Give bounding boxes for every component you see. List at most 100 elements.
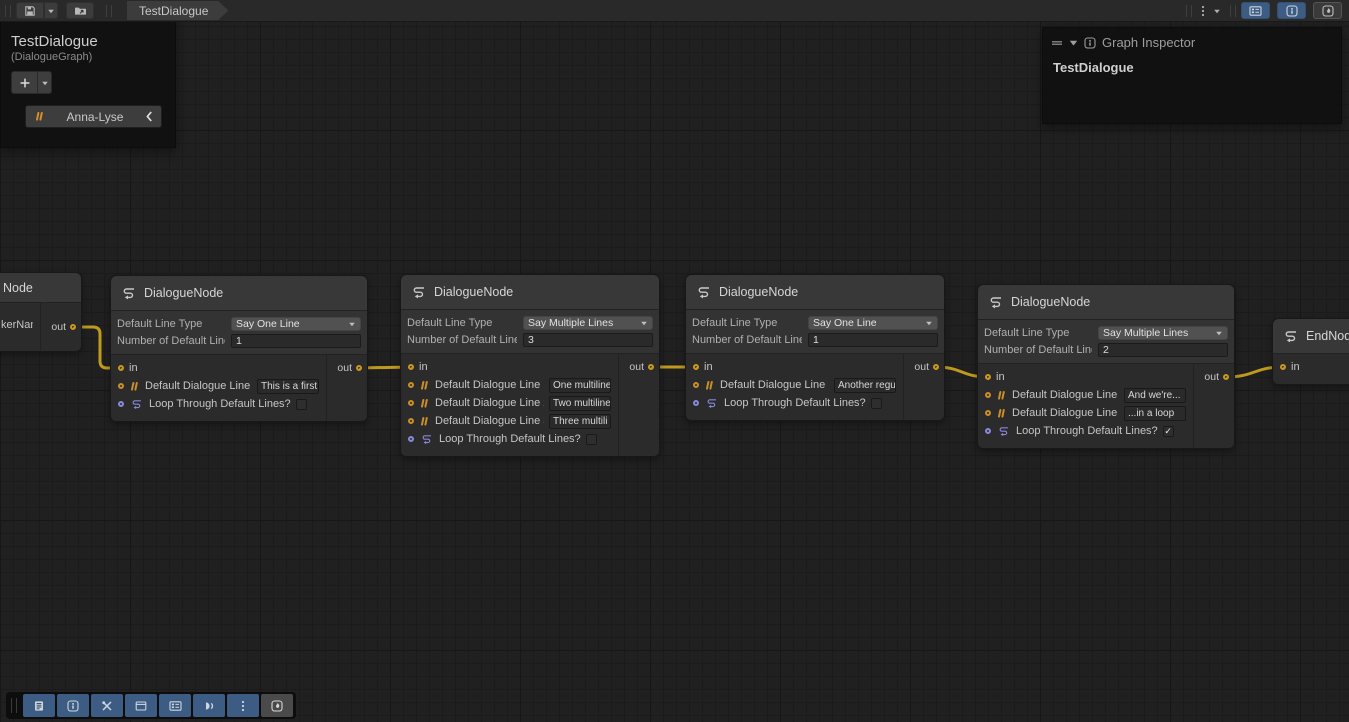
number-of-lines-input[interactable]: 1 xyxy=(808,333,938,347)
port-in[interactable] xyxy=(985,374,991,380)
number-of-lines-input[interactable]: 1 xyxy=(231,334,361,348)
save-icon xyxy=(24,5,36,17)
node-header[interactable]: DialogueNode xyxy=(978,285,1234,320)
flame-button[interactable] xyxy=(261,694,293,717)
port-row: out xyxy=(51,309,76,345)
open-asset-button[interactable] xyxy=(66,2,94,19)
blackboard-button[interactable] xyxy=(159,694,191,717)
node-node[interactable]: NodekerNameout xyxy=(0,272,82,352)
node-header[interactable]: DialogueNode xyxy=(111,276,367,311)
node-endnode[interactable]: EndNode in xyxy=(1272,318,1349,385)
blackboard-toggle-button[interactable] xyxy=(1241,2,1270,19)
loop-checkbox[interactable] xyxy=(296,399,307,410)
node-header[interactable]: DialogueNode xyxy=(401,275,659,310)
dialogue-line-field[interactable]: Another regu xyxy=(834,378,896,393)
node-properties: Default Line TypeSay Multiple LinesNumbe… xyxy=(401,310,659,354)
inspector-header[interactable]: Graph Inspector xyxy=(1043,28,1341,54)
sound-wave-button[interactable] xyxy=(193,694,225,717)
node-dialoguenode[interactable]: DialogueNodeDefault Line TypeSay One Lin… xyxy=(685,274,945,421)
kebab-button[interactable] xyxy=(227,694,259,717)
port-row: out xyxy=(337,359,362,377)
sound-wave-icon xyxy=(203,700,215,712)
drag-handle-icon[interactable] xyxy=(1051,39,1063,47)
caret-down-icon[interactable] xyxy=(1213,7,1221,15)
loop-checkbox[interactable] xyxy=(871,398,882,409)
port-loop-through-default-lines[interactable] xyxy=(985,428,991,434)
port-default-dialogue-line-1[interactable] xyxy=(408,382,414,388)
loop-checkbox[interactable]: ✓ xyxy=(1163,426,1174,437)
port-loop-through-default-lines[interactable] xyxy=(118,401,124,407)
port-default-dialogue-line-2[interactable] xyxy=(985,410,991,416)
port-default-dialogue-line-1[interactable] xyxy=(985,392,991,398)
dialogue-line-field[interactable]: Two multiline xyxy=(549,396,611,411)
port-out[interactable] xyxy=(648,364,654,370)
info-button[interactable] xyxy=(57,694,89,717)
number-of-lines-input[interactable]: 2 xyxy=(1098,343,1228,357)
node-header[interactable]: Node xyxy=(0,273,81,303)
chevron-left-icon[interactable] xyxy=(145,111,153,122)
dialogue-line-field[interactable]: One multiline xyxy=(549,378,611,393)
loop-checkbox[interactable] xyxy=(586,434,597,445)
breadcrumb[interactable]: TestDialogue xyxy=(127,1,228,20)
port-default-dialogue-line-3[interactable] xyxy=(408,418,414,424)
port-label: in xyxy=(129,362,138,374)
line-type-dropdown[interactable]: Say One Line xyxy=(231,317,361,331)
kebab-icon[interactable] xyxy=(1201,5,1205,17)
save-options-button[interactable] xyxy=(44,2,58,19)
toolbar-drag-handle[interactable] xyxy=(5,5,11,17)
graph-canvas[interactable]: NodekerNameoutDialogueNodeDefault Line T… xyxy=(0,0,1349,722)
port-out[interactable] xyxy=(356,365,362,371)
line-type-dropdown[interactable]: Say Multiple Lines xyxy=(523,316,653,330)
port-default-dialogue-line-2[interactable] xyxy=(408,400,414,406)
doc-list-button[interactable] xyxy=(23,694,55,717)
dialogue-line-field[interactable]: Three multili xyxy=(549,414,611,429)
port-loop-through-default-lines[interactable] xyxy=(693,400,699,406)
port-in[interactable] xyxy=(408,364,414,370)
toolbar-drag-handle[interactable] xyxy=(1230,5,1236,17)
toolbar-drag-handle[interactable] xyxy=(106,5,112,17)
node-title: DialogueNode xyxy=(1011,295,1090,309)
port-default-dialogue-line[interactable] xyxy=(693,382,699,388)
dialogue-line-field[interactable]: And we're... xyxy=(1124,388,1186,403)
port-default-dialogue-line[interactable] xyxy=(118,383,124,389)
port-in[interactable] xyxy=(693,364,699,370)
blackboard-graph-name: TestDialogue xyxy=(1,27,175,50)
blackboard-panel[interactable]: Blackboard TestDialogue (DialogueGraph) … xyxy=(0,0,176,148)
number-of-lines-input[interactable]: 3 xyxy=(523,333,653,347)
dialogue-flow-icon xyxy=(121,286,136,300)
node-dialoguenode[interactable]: DialogueNodeDefault Line TypeSay Multipl… xyxy=(977,284,1235,449)
port-in[interactable] xyxy=(1280,364,1286,370)
save-button[interactable] xyxy=(16,2,44,19)
window-button[interactable] xyxy=(125,694,157,717)
port-label: Loop Through Default Lines? xyxy=(724,397,866,409)
port-loop-through-default-lines[interactable] xyxy=(408,436,414,442)
node-dialoguenode[interactable]: DialogueNodeDefault Line TypeSay Multipl… xyxy=(400,274,660,457)
collapse-triangle-icon[interactable] xyxy=(1069,39,1078,47)
property-row: Number of Default Lines2 xyxy=(984,341,1228,358)
add-variable-button[interactable] xyxy=(11,71,38,94)
add-variable-options-button[interactable] xyxy=(38,71,52,94)
info-toggle-button[interactable] xyxy=(1277,2,1306,19)
variable-name: Anna-Lyse xyxy=(53,110,137,124)
blackboard-graph-type: (DialogueGraph) xyxy=(1,50,175,69)
graph-inspector-panel[interactable]: Graph Inspector TestDialogue xyxy=(1042,27,1342,124)
info-icon xyxy=(67,700,79,712)
node-header[interactable]: DialogueNode xyxy=(686,275,944,310)
port-out[interactable] xyxy=(933,364,939,370)
tools-button[interactable] xyxy=(91,694,123,717)
blackboard-variable[interactable]: Anna-Lyse xyxy=(25,105,162,128)
line-type-dropdown[interactable]: Say One Line xyxy=(808,316,938,330)
dialogue-line-field[interactable]: This is a first xyxy=(257,379,319,394)
flame-toggle-button[interactable] xyxy=(1313,2,1342,19)
node-header[interactable]: EndNode xyxy=(1273,319,1349,354)
node-dialoguenode[interactable]: DialogueNodeDefault Line TypeSay One Lin… xyxy=(110,275,368,422)
quote-icon xyxy=(704,380,715,391)
toolbar-drag-handle[interactable] xyxy=(1186,5,1192,17)
dialogue-line-field[interactable]: ...in a loop xyxy=(1124,406,1186,421)
port-out[interactable] xyxy=(70,324,76,330)
port-out[interactable] xyxy=(1223,374,1229,380)
port-in[interactable] xyxy=(118,365,124,371)
drag-handle[interactable] xyxy=(11,698,17,713)
port-row: in xyxy=(1273,358,1349,376)
line-type-dropdown[interactable]: Say Multiple Lines xyxy=(1098,326,1228,340)
